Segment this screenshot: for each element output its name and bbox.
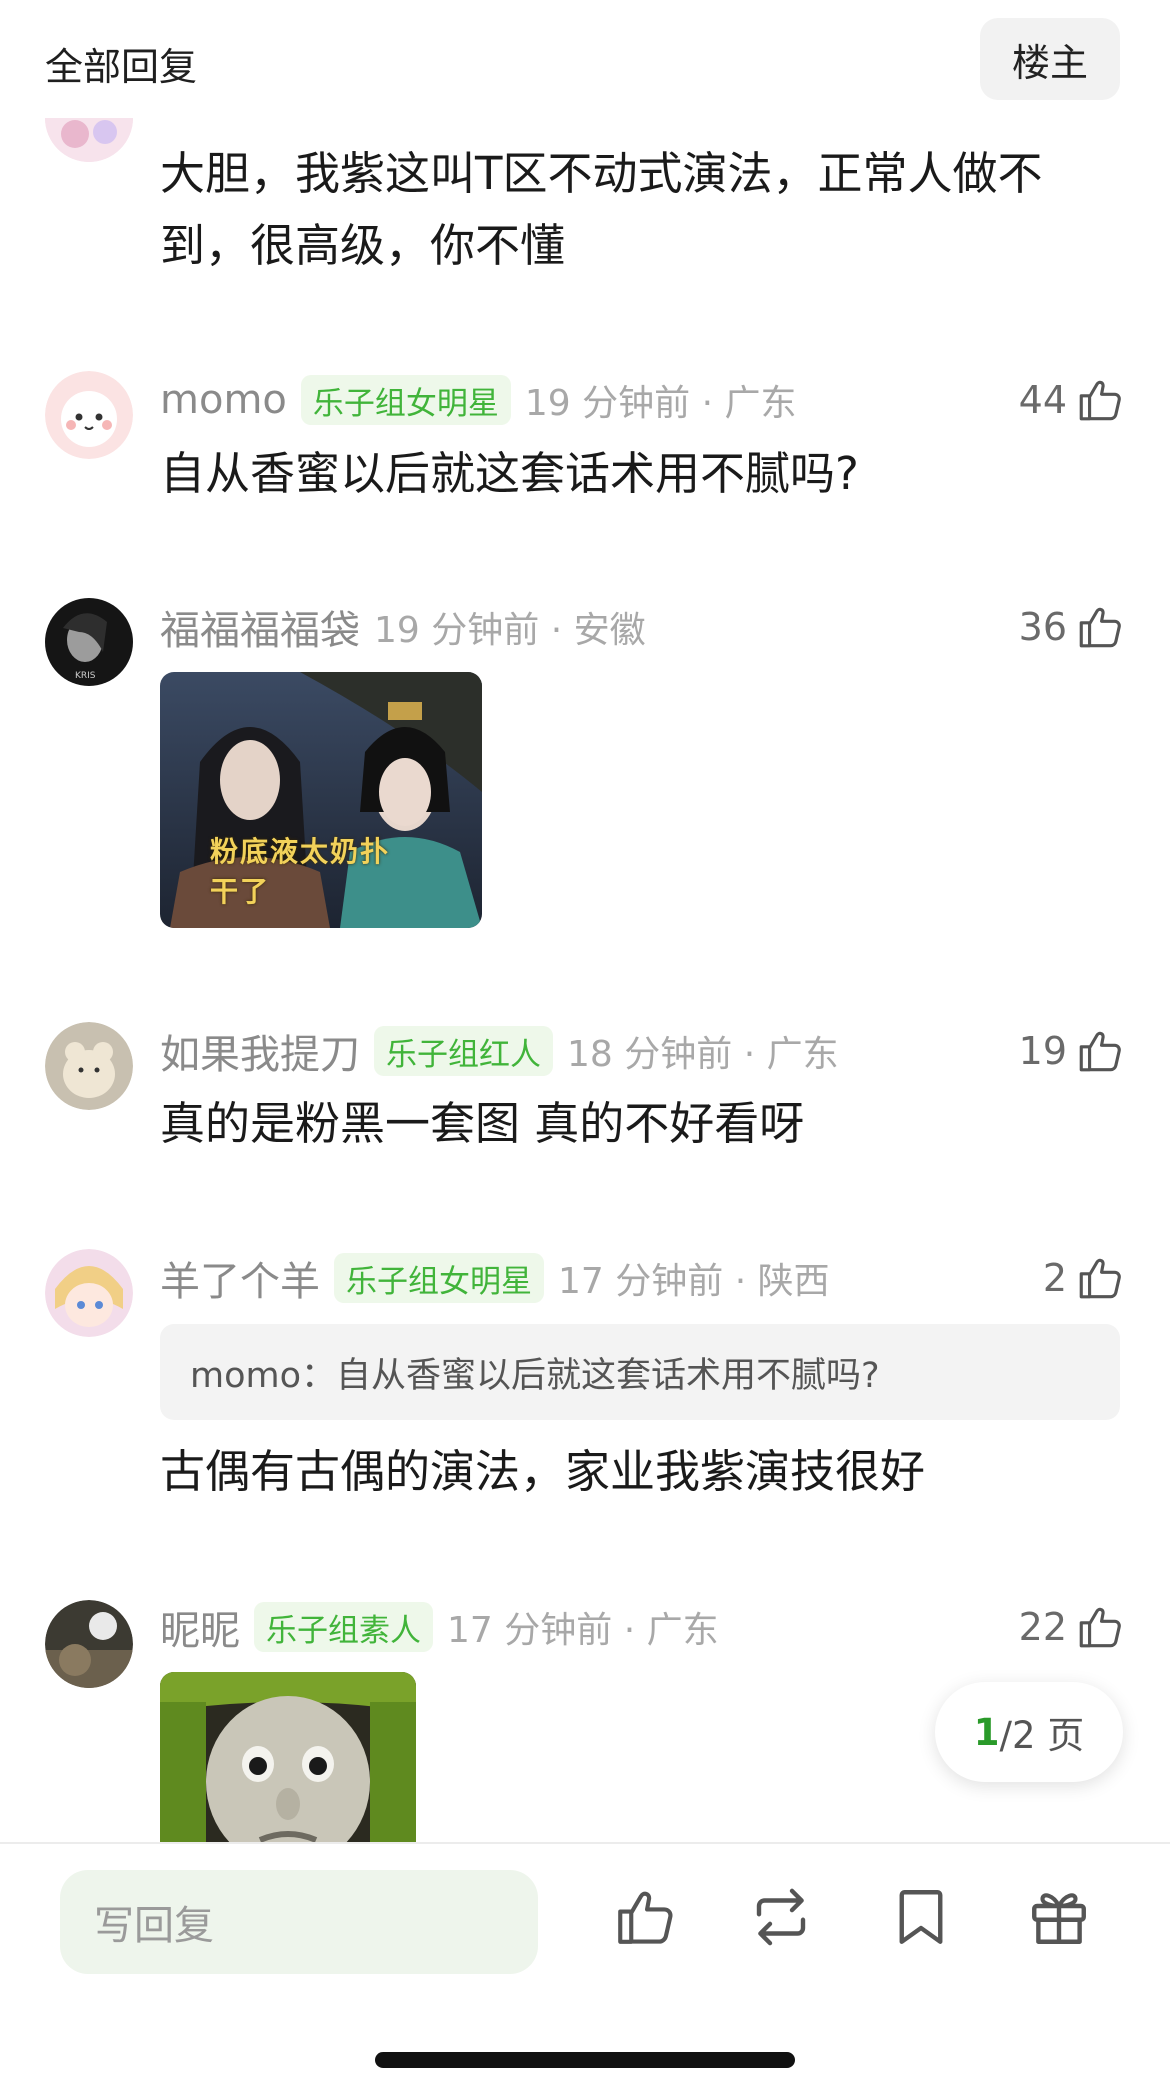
comment-meta: 如果我提刀 乐子组红人 18 分钟前 · 广东 (160, 1021, 839, 1081)
user-tag: 乐子组素人 (254, 1602, 433, 1652)
username[interactable]: 昵昵 (160, 1598, 240, 1656)
thumbs-up-icon (1075, 1026, 1125, 1076)
op-only-button[interactable]: 楼主 (980, 18, 1120, 100)
username[interactable]: 羊了个羊 (160, 1249, 320, 1307)
timestamp-location: 18 分钟前 · 广东 (567, 1034, 839, 1075)
like-button[interactable]: 2 (1043, 1248, 1125, 1308)
like-count: 22 (1018, 1605, 1067, 1649)
comment-text: 自从香蜜以后就这套话术用不腻吗? (160, 447, 859, 500)
image-caption: 粉底液太奶扑干了 (210, 835, 391, 908)
avatar[interactable] (45, 371, 133, 459)
username[interactable]: momo (160, 377, 287, 423)
like-button[interactable]: 44 (1019, 370, 1125, 430)
username[interactable]: 福福福福袋 (160, 598, 360, 656)
user-tag: 乐子组红人 (374, 1026, 553, 1076)
thumbs-up-icon (1075, 1602, 1125, 1652)
timestamp-location: 19 分钟前 · 安徽 (374, 610, 646, 651)
like-count: 44 (1018, 378, 1067, 422)
page-current: 1 (973, 1710, 1000, 1754)
comment-meta: 羊了个羊 乐子组女明星 17 分钟前 · 陕西 (160, 1248, 830, 1308)
like-count: 19 (1018, 1029, 1067, 1073)
like-button[interactable]: 36 (1019, 597, 1125, 657)
reply-input[interactable]: 写回复 (60, 1870, 538, 1974)
home-indicator[interactable] (375, 2052, 795, 2068)
svg-text:KRIS: KRIS (75, 671, 96, 681)
thumbs-up-icon (1075, 375, 1125, 425)
user-tag: 乐子组女明星 (334, 1253, 544, 1303)
avatar[interactable] (45, 1600, 133, 1688)
gift-icon[interactable] (1026, 1884, 1092, 1950)
avatar[interactable] (45, 1022, 133, 1110)
comment-image[interactable] (160, 1672, 416, 1842)
avatar[interactable] (45, 1249, 133, 1337)
comment-image[interactable]: 粉底液太奶扑干了 (160, 672, 482, 928)
like-button[interactable]: 19 (1019, 1021, 1125, 1081)
username[interactable]: 如果我提刀 (160, 1022, 360, 1080)
like-button[interactable]: 22 (1019, 1597, 1125, 1657)
thumbs-up-icon (1075, 1253, 1125, 1303)
bottom-bar: 写回复 (0, 1842, 1170, 2100)
avatar[interactable]: KRIS (45, 598, 133, 686)
like-count: 2 (1042, 1256, 1067, 1300)
page-title: 全部回复 (45, 45, 198, 89)
page-indicator[interactable]: 1 /2 页 (935, 1682, 1123, 1782)
like-count: 36 (1018, 605, 1067, 649)
header: 全部回复 楼主 (0, 0, 1170, 118)
bookmark-icon[interactable] (888, 1884, 954, 1950)
comment-text: 大胆，我紫这叫T区不动式演法，正常人做不到，很高级，你不懂 (160, 147, 1043, 272)
comment-text: 真的是粉黑一套图 真的不好看呀 (160, 1097, 805, 1150)
page-total: /2 页 (999, 1714, 1085, 1757)
comment-meta: 福福福福袋 19 分钟前 · 安徽 (160, 597, 646, 657)
thumbs-up-icon[interactable] (612, 1884, 678, 1950)
comment-meta: momo 乐子组女明星 19 分钟前 · 广东 (160, 370, 796, 430)
quoted-reply[interactable]: momo：自从香蜜以后就这套话术用不腻吗? (160, 1324, 1120, 1420)
timestamp-location: 17 分钟前 · 陕西 (558, 1261, 830, 1302)
comment-text: 古偶有古偶的演法，家业我紫演技很好 (160, 1445, 926, 1498)
user-tag: 乐子组女明星 (300, 375, 511, 425)
comment-feed[interactable]: 大胆，我紫这叫T区不动式演法，正常人做不到，很高级，你不懂 momo 乐子组女明… (0, 0, 1170, 1842)
timestamp-location: 17 分钟前 · 广东 (447, 1610, 719, 1651)
thumbs-up-icon (1075, 602, 1125, 652)
comment-meta: 昵昵 乐子组素人 17 分钟前 · 广东 (160, 1597, 719, 1657)
repost-icon[interactable] (748, 1884, 814, 1950)
timestamp-location: 19 分钟前 · 广东 (524, 383, 797, 424)
